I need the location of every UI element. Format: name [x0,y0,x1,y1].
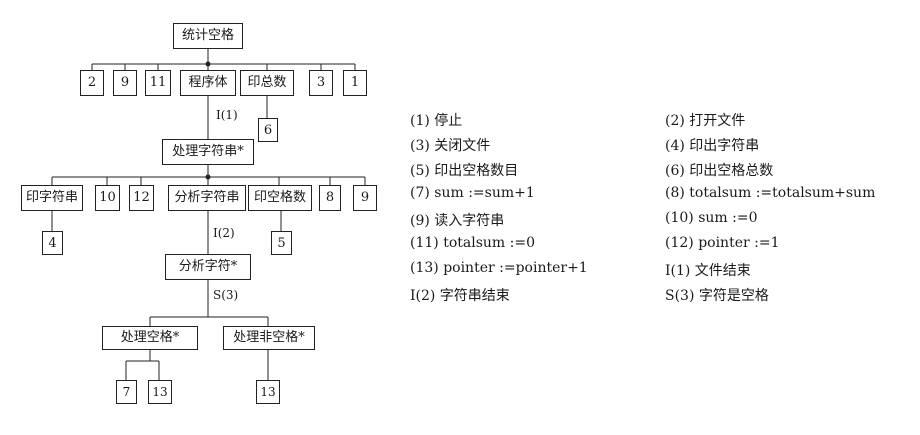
node-nonspace-13: 13 [256,380,280,404]
legend-item: (9) 读入字符串 [410,213,505,229]
legend-item: I(2) 字符串结束 [410,288,510,304]
node-process-string: 处理字符串* [162,139,254,165]
legend-item: (2) 打开文件 [665,113,746,129]
legend-item: (1) 停止 [410,113,463,129]
legend-item: (4) 印出字符串 [665,138,760,154]
node-l2-8: 8 [319,185,341,211]
legend-item: (13) pointer :=pointer+1 [410,260,588,276]
legend-item: (7) sum :=sum+1 [410,185,535,201]
legend-item: (10) sum :=0 [665,210,758,226]
node-process-space: 处理空格* [102,326,198,350]
legend-item: (3) 关闭文件 [410,138,491,154]
node-print-space-count-5: 5 [271,231,292,255]
condition-i1: I(1) [216,108,238,122]
legend-item: I(1) 文件结束 [665,263,751,279]
node-print-string: 印字符串 [21,185,83,211]
node-root: 统计空格 [173,23,243,49]
node-print-total: 印总数 [240,70,294,96]
legend-item: (11) totalsum :=0 [410,235,535,251]
condition-s3: S(3) [213,288,239,302]
legend-item: (8) totalsum :=totalsum+sum [665,185,876,201]
node-l1-9: 9 [113,70,137,96]
node-program-body: 程序体 [180,70,236,96]
node-print-total-6: 6 [258,118,278,142]
node-l2-9: 9 [353,185,377,211]
node-print-string-4: 4 [42,231,63,255]
legend-item: (5) 印出空格数目 [410,163,519,179]
node-space-7: 7 [116,380,137,404]
node-l2-10: 10 [95,185,120,211]
node-analyze-char: 分析字符* [165,254,251,280]
node-l1-1: 1 [343,70,367,96]
node-l1-3: 3 [309,70,333,96]
node-print-space-count: 印空格数 [248,185,312,211]
node-analyze-string: 分析字符串 [168,185,246,211]
legend-item: (6) 印出空格总数 [665,163,774,179]
node-l1-11: 11 [145,70,171,96]
node-process-nonspace: 处理非空格* [223,326,315,350]
node-l2-12: 12 [129,185,154,211]
condition-i2: I(2) [213,226,235,240]
node-space-13: 13 [148,380,172,404]
node-l1-2: 2 [80,70,104,96]
legend-item: (12) pointer :=1 [665,235,780,251]
legend-item: S(3) 字符是空格 [665,288,769,304]
